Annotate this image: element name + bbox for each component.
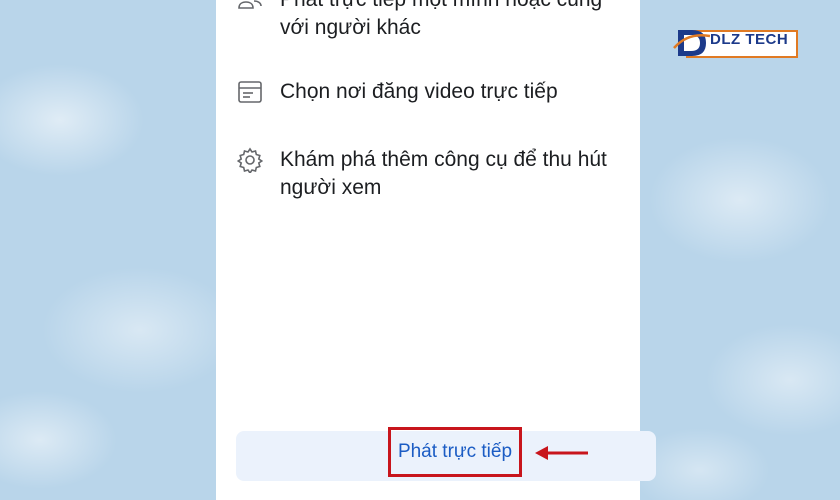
logo-mark-icon — [673, 30, 711, 56]
go-live-button[interactable]: Phát trực tiếp — [388, 427, 522, 477]
menu-item-label: Phát trực tiếp một mình hoặc cùng với ng… — [280, 0, 602, 39]
go-live-label: Phát trực tiếp — [397, 441, 513, 462]
go-live-bar: Phát trực tiếp — [236, 427, 656, 481]
dlz-tech-logo: DLZ TECH — [672, 26, 798, 60]
menu-item-go-live-together[interactable]: Phát trực tiếp một mình hoặc cùng với ng… — [236, 0, 626, 42]
browser-window-icon — [236, 78, 264, 106]
gear-icon — [236, 146, 264, 174]
logo-text: DLZ TECH — [710, 31, 789, 48]
menu-item-choose-post-location[interactable]: Chọn nơi đăng video trực tiếp — [236, 78, 626, 106]
arrow-left-icon — [535, 446, 588, 460]
menu-item-label: Chọn nơi đăng video trực tiếp — [280, 80, 558, 103]
menu-item-explore-tools[interactable]: Khám phá thêm công cụ để thu hút người x… — [236, 146, 626, 202]
live-setup-panel: Phát trực tiếp một mình hoặc cùng với ng… — [216, 0, 656, 500]
menu-item-label: Khám phá thêm công cụ để thu hút người x… — [280, 148, 607, 199]
users-icon — [236, 0, 264, 14]
